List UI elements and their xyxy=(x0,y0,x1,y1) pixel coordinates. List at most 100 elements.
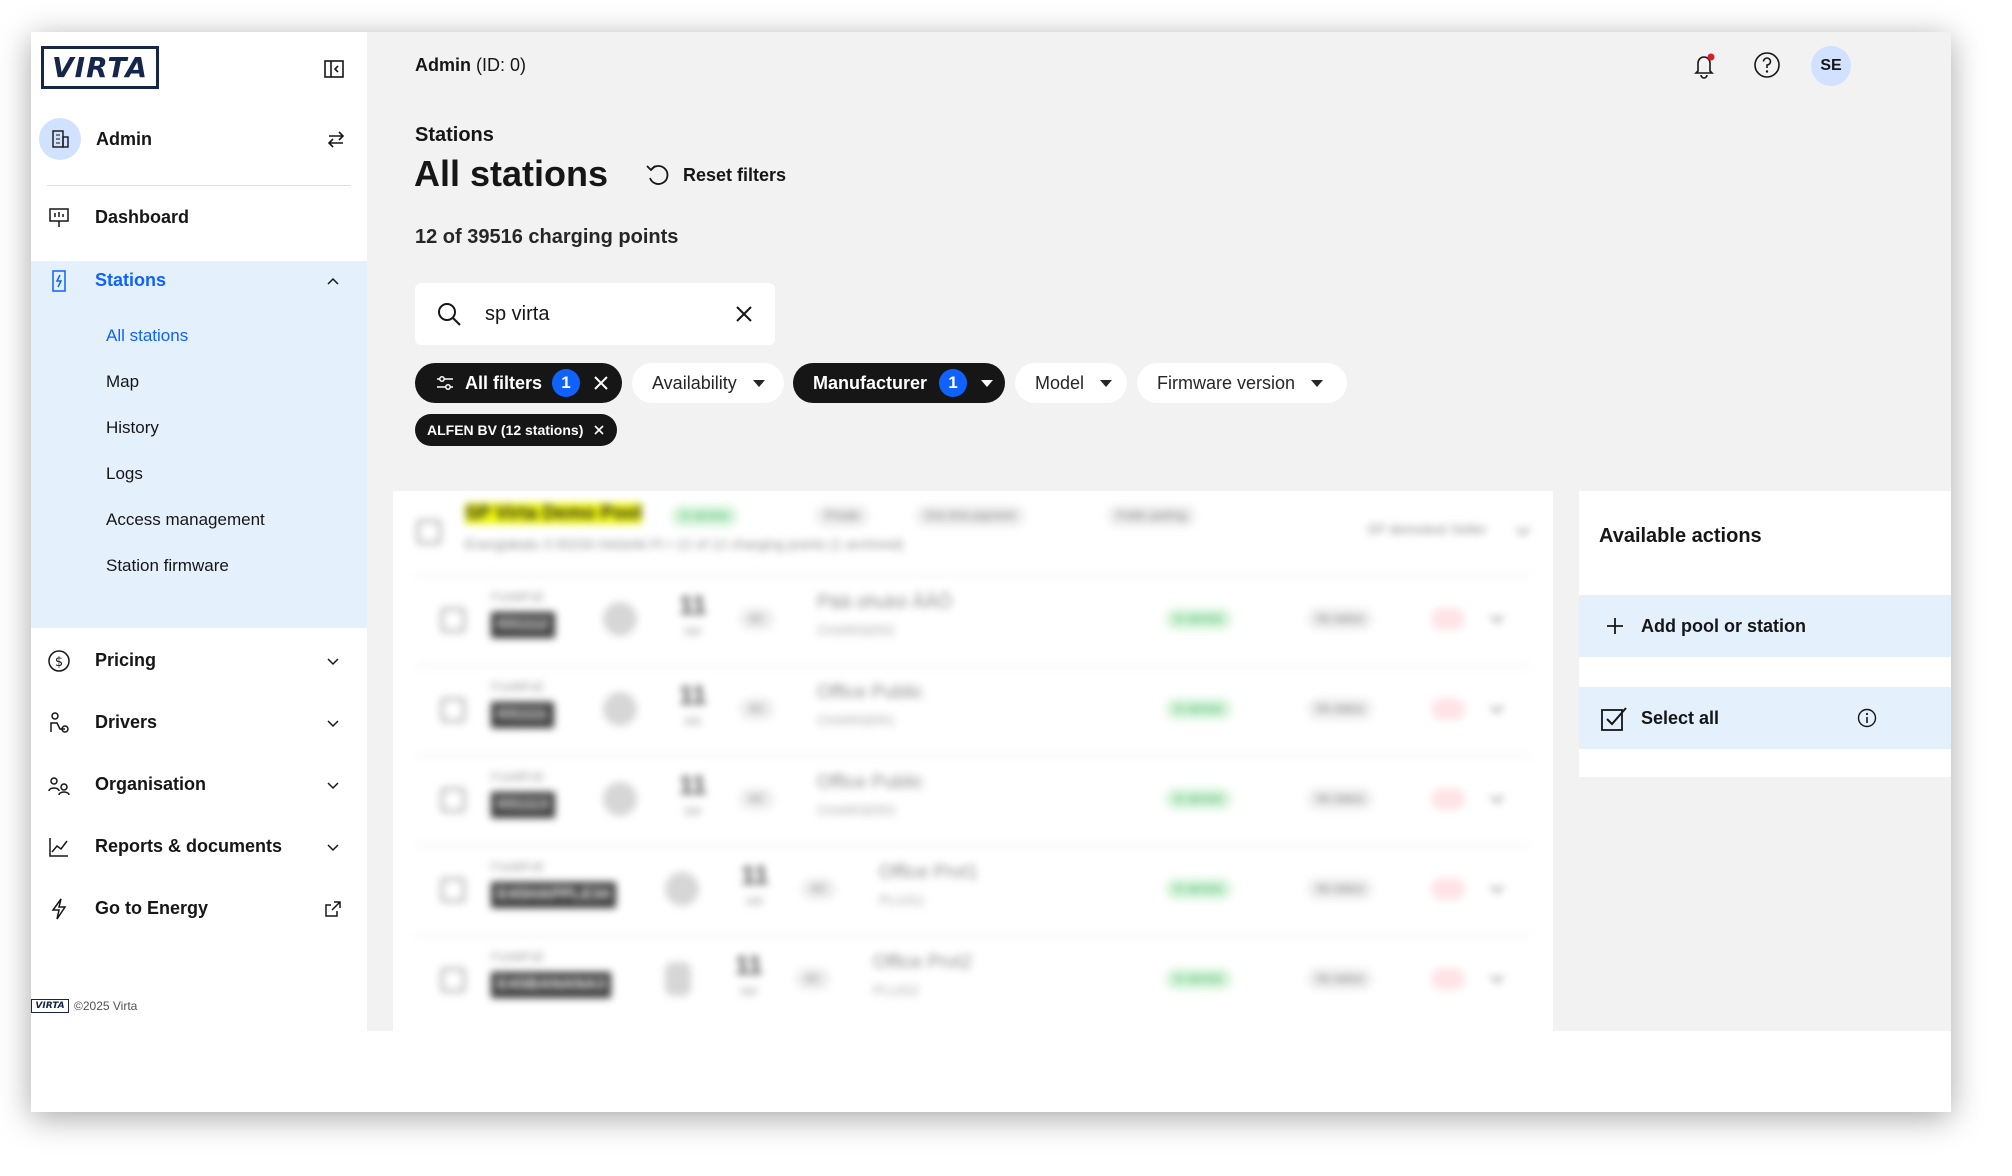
subnav-all-stations[interactable]: All stations xyxy=(106,326,188,346)
dashboard-icon xyxy=(49,208,69,227)
nav-label: Reports & documents xyxy=(95,836,283,856)
account-switcher[interactable]: Admin xyxy=(39,117,359,161)
collapse-sidebar-icon[interactable] xyxy=(323,58,345,80)
chevron-down-icon[interactable] xyxy=(1487,699,1507,719)
station-power: 11 xyxy=(679,590,707,620)
info-icon[interactable] xyxy=(1857,708,1877,728)
caret-down-icon xyxy=(1311,379,1324,387)
breadcrumb[interactable]: Stations xyxy=(415,124,494,147)
notification-bell-icon[interactable] xyxy=(1689,50,1719,80)
nav-drivers[interactable]: Drivers xyxy=(31,691,367,755)
availability-label: Availability xyxy=(652,372,737,393)
row-checkbox[interactable] xyxy=(441,608,465,632)
add-pool-or-station-button[interactable]: Add pool or station xyxy=(1579,595,1951,657)
all-filters-chip[interactable]: All filters 1 xyxy=(415,363,622,403)
station-row[interactable]: F1eWFzE E4SHAPPLE34 11 kW AC Office Prvt… xyxy=(415,845,1531,931)
station-power-unit: kW xyxy=(747,896,763,908)
station-sub: CHARGER2 xyxy=(817,622,895,638)
subnav-logs[interactable]: Logs xyxy=(106,464,143,484)
nav-label: Stations xyxy=(95,270,167,290)
station-power: 11 xyxy=(679,680,707,710)
row-checkbox[interactable] xyxy=(441,788,465,812)
row-checkbox[interactable] xyxy=(441,698,465,722)
bottom-area xyxy=(31,1031,1951,1112)
manufacturer-label: Manufacturer xyxy=(813,372,928,393)
station-list: SP Virta Demo Pool In service Private On… xyxy=(393,491,1553,1031)
subnav-station-firmware[interactable]: Station firmware xyxy=(106,556,229,576)
nav-go-to-energy[interactable]: Go to Energy xyxy=(31,877,367,941)
station-row[interactable]: F1eWFzE 031113 11 kW AC Office Public CH… xyxy=(415,755,1531,841)
reset-filters-button[interactable]: Reset filters xyxy=(643,160,786,190)
pool-tag: Public parking xyxy=(1107,505,1197,527)
pool-checkbox[interactable] xyxy=(417,520,441,544)
subnav-access-management[interactable]: Access management xyxy=(106,510,265,530)
row-checkbox[interactable] xyxy=(441,968,465,992)
driver-icon xyxy=(50,712,69,733)
available-actions-panel: Available actions Add pool or station Se… xyxy=(1579,491,1951,777)
row-checkbox[interactable] xyxy=(441,878,465,902)
nav-reports[interactable]: Reports & documents xyxy=(31,815,367,879)
station-sub: CHARGER1 xyxy=(817,712,895,728)
nav-stations[interactable]: Stations xyxy=(31,249,367,313)
nav-pricing[interactable]: $ Pricing xyxy=(31,629,367,693)
pool-status: In service xyxy=(671,505,739,527)
station-type: AC xyxy=(801,878,837,900)
app-window: VIRTA Admin Dashboard Stations All stati… xyxy=(31,32,1951,1112)
pool-address: Energiakatu 3 00234 Helsinki FI • 12 of … xyxy=(465,536,904,552)
station-sub-status: No status xyxy=(1307,968,1374,990)
chevron-down-icon[interactable] xyxy=(1487,789,1507,809)
chevron-down-icon[interactable] xyxy=(1487,969,1507,989)
station-power: 11 xyxy=(679,770,707,800)
chevron-down-icon[interactable] xyxy=(1487,609,1507,629)
station-row[interactable]: F1eWFzE 031111 11 kW AC Office Public CH… xyxy=(415,665,1531,751)
clear-search-icon[interactable] xyxy=(733,303,755,325)
station-type: AC xyxy=(739,788,775,810)
chevron-down-icon xyxy=(327,782,339,790)
nav-label: Go to Energy xyxy=(95,898,209,918)
pool-header[interactable]: SP Virta Demo Pool In service Private On… xyxy=(393,491,1553,575)
chevron-down-icon[interactable] xyxy=(1513,521,1533,541)
all-filters-label: All filters xyxy=(465,372,543,393)
subnav-history[interactable]: History xyxy=(106,418,159,438)
user-avatar[interactable]: SE xyxy=(1811,46,1851,86)
active-filter-tag[interactable]: ALFEN BV (12 stations) xyxy=(415,414,618,446)
chevron-down-icon xyxy=(327,720,339,728)
caret-down-icon xyxy=(752,379,765,387)
station-id: E4SBANANA3 xyxy=(491,972,612,998)
nav-dashboard[interactable]: Dashboard xyxy=(31,186,367,250)
switch-arrows-icon[interactable] xyxy=(325,128,347,150)
clear-filters-icon[interactable] xyxy=(592,374,610,392)
station-id: E4SHAPPLE34 xyxy=(491,882,616,908)
connector-icon xyxy=(665,962,691,996)
active-filter-label: ALFEN BV (12 stations) xyxy=(427,422,584,438)
station-row[interactable]: F1eWFzE E4SBANANA3 11 kW AC Office Prvt2… xyxy=(415,935,1531,1021)
firmware-filter[interactable]: Firmware version xyxy=(1137,363,1347,403)
station-type: AC xyxy=(739,698,775,720)
station-id-label: F1eWFzE xyxy=(491,770,545,784)
station-power-unit: kW xyxy=(741,986,757,998)
station-id-label: F1eWFzE xyxy=(491,590,545,604)
model-filter[interactable]: Model xyxy=(1015,363,1127,403)
remove-tag-icon[interactable] xyxy=(593,424,605,436)
pool-tag: One time payment xyxy=(915,505,1025,527)
availability-filter[interactable]: Availability xyxy=(632,363,784,403)
pool-tag: Private xyxy=(815,505,870,527)
footer: VIRTA ©2025 Virta xyxy=(31,999,137,1013)
station-power: 11 xyxy=(735,950,763,980)
station-power-unit: kW xyxy=(685,806,701,818)
chevron-down-icon[interactable] xyxy=(1487,879,1507,899)
nav-organisation[interactable]: Organisation xyxy=(31,753,367,817)
station-type: AC xyxy=(795,968,831,990)
subnav-map[interactable]: Map xyxy=(106,372,139,392)
station-id-label: F1eWFzE xyxy=(491,950,545,964)
station-status: In service xyxy=(1165,698,1233,720)
external-link-icon xyxy=(325,901,341,917)
station-row[interactable]: F1eWFzE 031112 11 kW AC Pää ohuloi ÄÄÖ C… xyxy=(415,575,1531,661)
station-power: 11 xyxy=(741,860,769,890)
station-status: In service xyxy=(1165,968,1233,990)
help-icon[interactable] xyxy=(1752,50,1782,80)
search-input[interactable] xyxy=(485,298,715,330)
manufacturer-filter[interactable]: Manufacturer 1 xyxy=(793,363,1005,403)
select-all-button[interactable]: Select all xyxy=(1579,687,1951,749)
connector-icon xyxy=(603,602,637,636)
